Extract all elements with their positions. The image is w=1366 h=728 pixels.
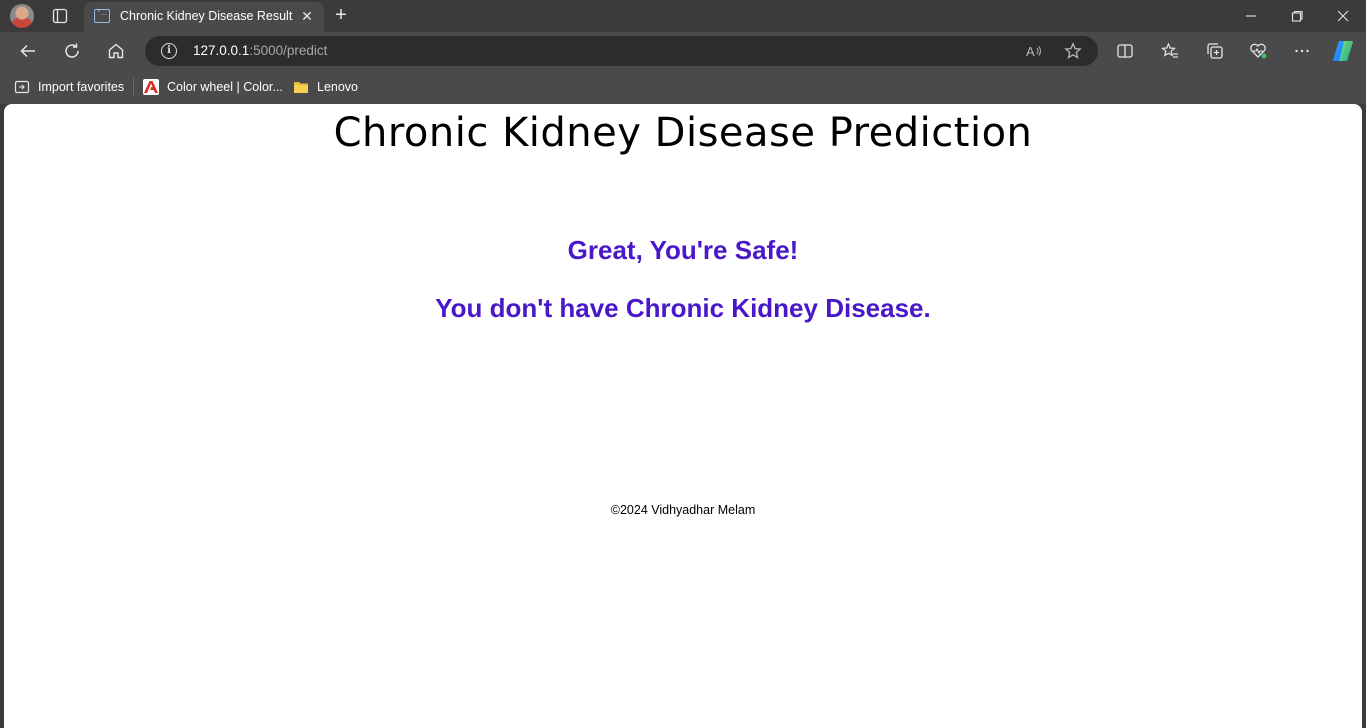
new-tab-button[interactable]: + <box>330 5 352 27</box>
star-icon[interactable] <box>1063 41 1083 61</box>
minimize-icon[interactable] <box>1241 6 1261 26</box>
favorites-bar: Import favorites Color wheel | Color... … <box>0 70 1366 104</box>
site-info-icon[interactable]: i <box>161 43 177 59</box>
tab-actions-icon[interactable] <box>50 6 70 26</box>
read-aloud-icon[interactable]: A <box>1024 41 1044 61</box>
web-page: Chronic Kidney Disease Prediction Great,… <box>4 104 1362 728</box>
svg-text:A: A <box>1026 44 1035 59</box>
split-screen-icon[interactable] <box>1113 39 1137 63</box>
page-title: Chronic Kidney Disease Prediction <box>333 110 1033 156</box>
favorite-color-wheel[interactable]: Color wheel | Color... <box>143 78 283 96</box>
url-text[interactable]: 127.0.0.1:5000/predict <box>193 43 327 58</box>
profile-avatar[interactable] <box>10 4 34 28</box>
home-icon[interactable] <box>104 39 128 63</box>
footer-copyright: ©2024 Vidhyadhar Melam <box>610 503 756 517</box>
navigation-bar: i 127.0.0.1:5000/predict A <box>0 32 1366 70</box>
favorite-import[interactable]: Import favorites <box>14 78 124 96</box>
close-window-icon[interactable] <box>1333 6 1353 26</box>
copilot-icon[interactable] <box>1331 39 1355 63</box>
adobe-icon <box>143 79 159 95</box>
title-bar: Chronic Kidney Disease Result ✕ + <box>0 0 1366 32</box>
terminal-icon <box>94 6 110 23</box>
browser-essentials-icon[interactable] <box>1246 39 1270 63</box>
favorites-separator <box>133 78 134 96</box>
more-icon[interactable] <box>1290 39 1314 63</box>
restore-icon[interactable] <box>1287 6 1307 26</box>
refresh-icon[interactable] <box>60 39 84 63</box>
folder-icon <box>293 79 309 95</box>
import-favorites-icon <box>14 79 30 95</box>
result-message: You don't have Chronic Kidney Disease. <box>435 293 931 323</box>
result-headline: Great, You're Safe! <box>567 235 799 265</box>
address-bar[interactable]: i 127.0.0.1:5000/predict A <box>145 36 1098 66</box>
close-tab-icon[interactable]: ✕ <box>298 7 316 25</box>
favorite-lenovo[interactable]: Lenovo <box>293 78 358 96</box>
tab-active[interactable]: Chronic Kidney Disease Result ✕ <box>84 2 324 32</box>
arrow-left-icon[interactable] <box>16 39 40 63</box>
tab-title: Chronic Kidney Disease Result <box>120 9 293 23</box>
favorites-icon[interactable] <box>1158 39 1182 63</box>
collections-icon[interactable] <box>1203 39 1227 63</box>
